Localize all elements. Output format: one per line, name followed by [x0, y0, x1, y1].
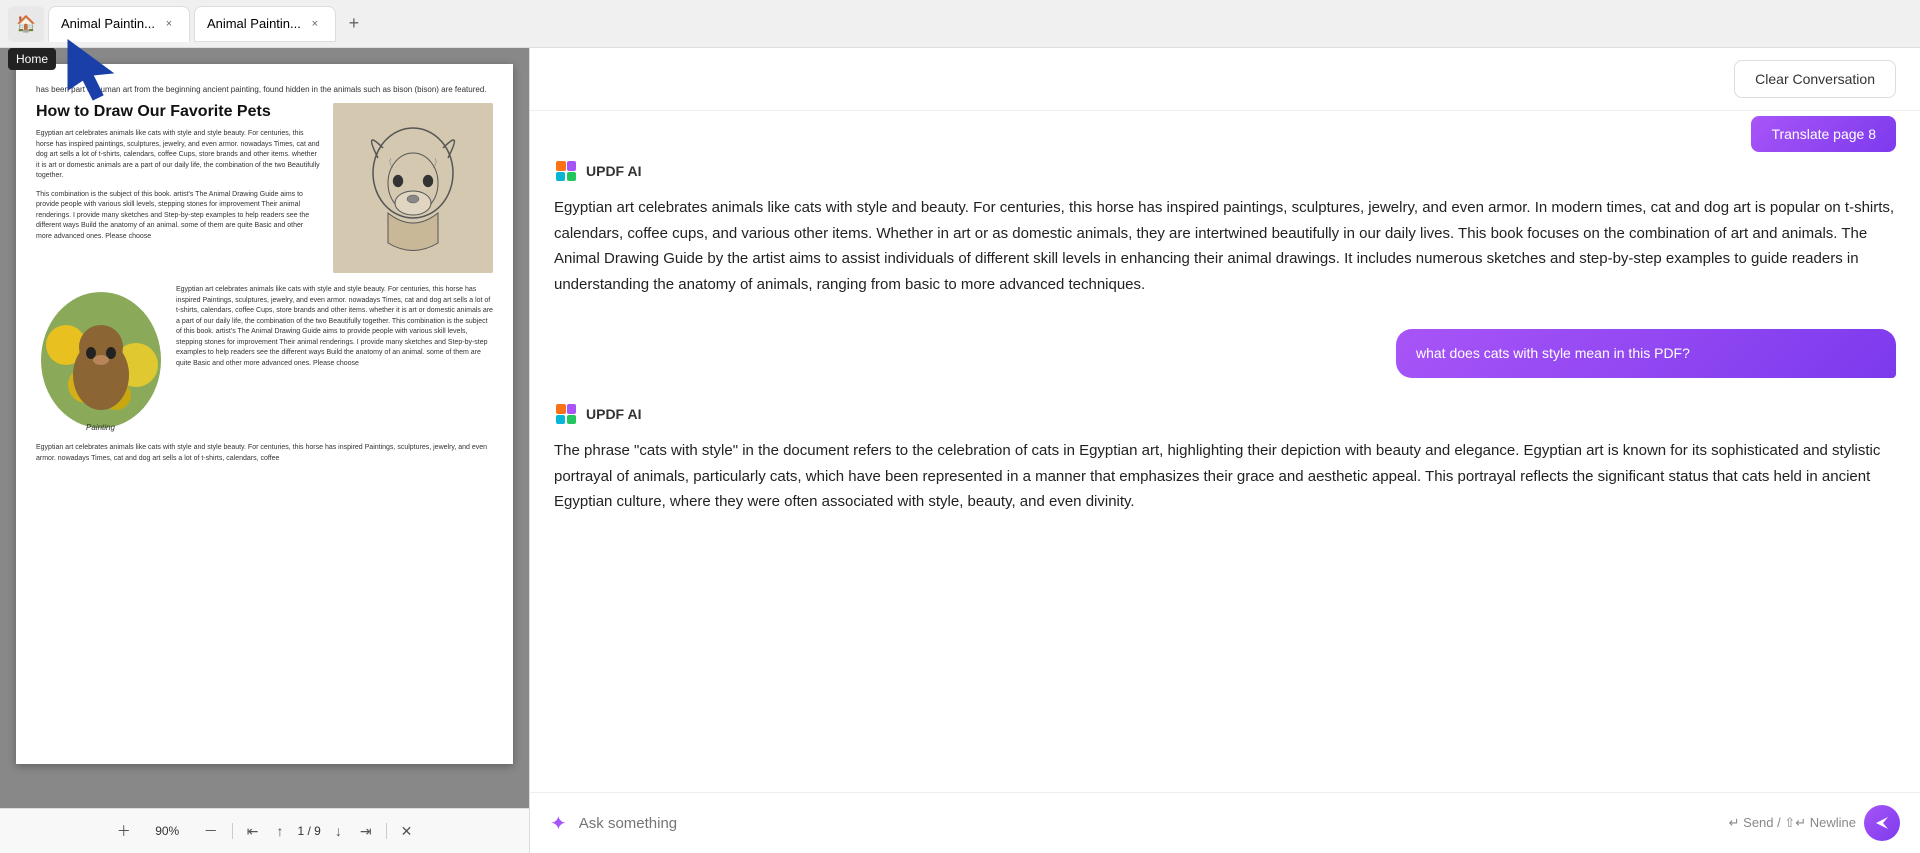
- ai-input-area: ✦ ↵ Send / ⇧↵ Newline: [530, 792, 1920, 853]
- top-bar: 🏠 Home Animal Paintin... × Animal Painti…: [0, 0, 1920, 48]
- ai-response-1: UPDF AI Egyptian art celebrates animals …: [554, 159, 1896, 297]
- page-info: 1 / 9: [297, 824, 320, 838]
- pdf-page: has been part of human art from the begi…: [16, 64, 513, 764]
- home-tooltip: Home: [8, 48, 56, 70]
- pdf-content-area[interactable]: has been part of human art from the begi…: [0, 48, 529, 808]
- pdf-body2: This combination is the subject of this …: [36, 190, 321, 243]
- ask-input[interactable]: [579, 815, 1717, 832]
- first-page-button[interactable]: ⇤: [243, 819, 263, 844]
- input-actions: ↵ Send / ⇧↵ Newline: [1729, 805, 1900, 841]
- svg-text:Painting: Painting: [86, 423, 115, 432]
- main-content: has been part of human art from the begi…: [0, 48, 1920, 853]
- ai-response-text-1: Egyptian art celebrates animals like cat…: [554, 195, 1896, 297]
- pdf-cat-flower-image: Painting: [36, 285, 166, 435]
- tab-1-label: Animal Paintin...: [61, 16, 155, 31]
- send-button[interactable]: [1864, 805, 1900, 841]
- updf-icon-1: [554, 159, 578, 183]
- toolbar-divider-2: [386, 823, 387, 839]
- tab-1[interactable]: Animal Paintin... ×: [48, 6, 190, 42]
- next-page-button[interactable]: ↓: [331, 819, 346, 843]
- updf-icon-2: [554, 402, 578, 426]
- add-tab-button[interactable]: +: [340, 10, 368, 38]
- pdf-section-2: Painting Egyptian art celebrates animals…: [36, 285, 493, 435]
- ai-logo-row-1: UPDF AI: [554, 159, 1896, 183]
- ai-messages-container[interactable]: UPDF AI Egyptian art celebrates animals …: [530, 135, 1920, 792]
- toolbar-divider-1: [232, 823, 233, 839]
- pdf-body1: Egyptian art celebrates animals like cat…: [36, 129, 321, 182]
- last-page-button[interactable]: ⇥: [356, 819, 376, 844]
- clear-conversation-button[interactable]: Clear Conversation: [1734, 60, 1896, 98]
- close-button[interactable]: ✕: [397, 819, 417, 844]
- pdf-toolbar: ＋ 90% － ⇤ ↑ 1 / 9 ↓ ⇥ ✕: [0, 808, 529, 853]
- pdf-intro-text: has been part of human art from the begi…: [36, 84, 493, 95]
- translate-row: Translate page 8: [530, 111, 1920, 135]
- pdf-dog-image: [333, 103, 493, 273]
- pdf-section2-text: Egyptian art celebrates animals like cat…: [176, 285, 493, 435]
- ai-logo-row-2: UPDF AI: [554, 402, 1896, 426]
- tab-2-close[interactable]: ×: [307, 16, 323, 32]
- ai-chat-panel: Clear Conversation Translate page 8: [530, 48, 1920, 853]
- send-shortcut-label: ↵ Send / ⇧↵ Newline: [1729, 815, 1856, 831]
- tab-2-label: Animal Paintin...: [207, 16, 301, 31]
- home-button[interactable]: 🏠: [8, 6, 44, 42]
- tab-2[interactable]: Animal Paintin... ×: [194, 6, 336, 42]
- ai-label-1: UPDF AI: [586, 163, 641, 179]
- ai-label-2: UPDF AI: [586, 406, 641, 422]
- translate-page-button[interactable]: Translate page 8: [1751, 116, 1896, 152]
- sparkle-icon: ✦: [550, 811, 567, 836]
- pdf-heading: How to Draw Our Favorite Pets: [36, 103, 321, 121]
- pdf-heading-section: How to Draw Our Favorite Pets Egyptian a…: [36, 103, 493, 273]
- pdf-col-text2: Egyptian art celebrates animals like cat…: [36, 443, 493, 464]
- zoom-out-button[interactable]: －: [200, 817, 222, 845]
- zoom-in-button[interactable]: ＋: [113, 817, 135, 845]
- zoom-level: 90%: [145, 824, 190, 838]
- user-message-1: what does cats with style mean in this P…: [1396, 329, 1896, 378]
- ai-response-text-2: The phrase "cats with style" in the docu…: [554, 438, 1896, 515]
- pdf-text-col: How to Draw Our Favorite Pets Egyptian a…: [36, 103, 321, 273]
- ai-top-bar: Clear Conversation: [530, 48, 1920, 111]
- tab-1-close[interactable]: ×: [161, 16, 177, 32]
- ai-response-2: UPDF AI The phrase "cats with style" in …: [554, 402, 1896, 515]
- pdf-panel: has been part of human art from the begi…: [0, 48, 530, 853]
- pdf-col-text: Egyptian art celebrates animals like cat…: [176, 285, 493, 369]
- prev-page-button[interactable]: ↑: [272, 819, 287, 843]
